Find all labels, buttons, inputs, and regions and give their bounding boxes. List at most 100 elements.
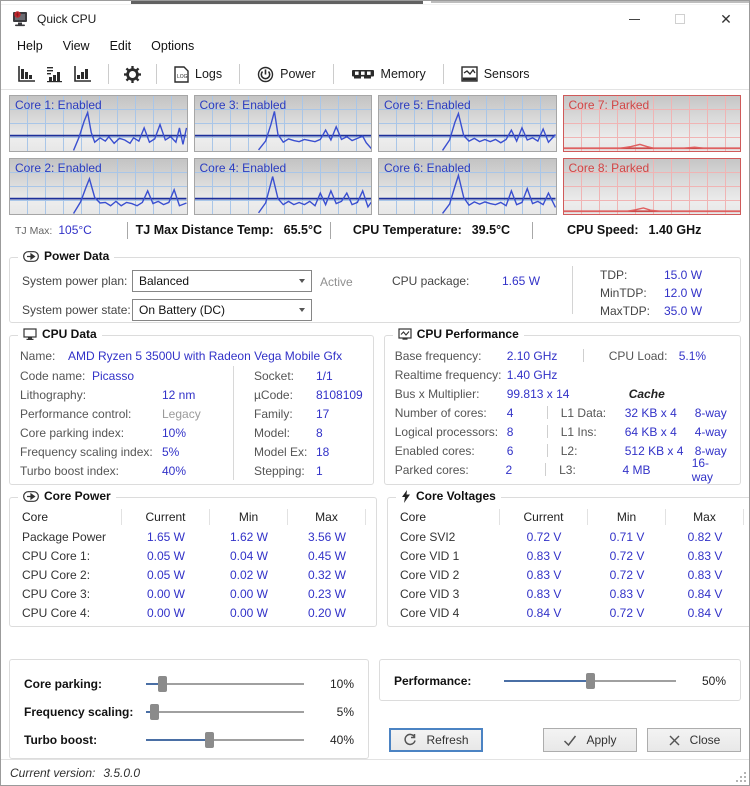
maxtdp-value: 35.0 W: [664, 304, 703, 318]
cpu-data-title: CPU Data: [42, 327, 97, 341]
core-parking-slider[interactable]: [146, 675, 304, 693]
menu-view[interactable]: View: [53, 35, 100, 57]
core-power-title: Core Power: [44, 489, 111, 503]
performance-slider-section: Performance: 50%: [379, 659, 741, 701]
cpu-speed: CPU Speed: 1.40 GHz: [533, 223, 735, 237]
action-buttons-row: Refresh Apply Close: [379, 728, 741, 752]
core-status-label: Core 5: Enabled: [384, 98, 471, 112]
power-data-legend: Power Data: [18, 249, 115, 263]
menu-edit[interactable]: Edit: [100, 35, 142, 57]
toolbar-separator: [156, 64, 157, 84]
slider-rail[interactable]: [146, 683, 304, 685]
close-button[interactable]: ✕: [703, 5, 749, 33]
performance-slider[interactable]: [504, 672, 676, 690]
apply-button[interactable]: Apply: [543, 728, 637, 752]
ucode-label: µCode:: [254, 387, 293, 402]
cache-title: Cache: [628, 386, 665, 401]
window-title: Quick CPU: [37, 12, 97, 26]
socket-label: Socket:: [254, 368, 295, 383]
tj-max-distance-value: 65.5°C: [283, 223, 323, 237]
realtime-frequency-value: 1.40 GHz: [506, 367, 558, 382]
frequency-scaling-index-label: Frequency scaling index:: [20, 444, 153, 459]
logical-processors-value: 8: [506, 424, 514, 439]
app-icon: [13, 11, 27, 27]
slider-thumb[interactable]: [149, 704, 159, 720]
model-ex-label: Model Ex:: [254, 444, 308, 459]
core-parking-index-value: 10%: [162, 425, 187, 440]
performance-label: Performance:: [394, 674, 472, 688]
table-row: Core VID 2 0.83 V 0.72 V 0.83 V: [400, 567, 723, 582]
slider-rail[interactable]: [146, 711, 304, 713]
frequency-scaling-index-value: 5%: [162, 444, 180, 459]
vertical-separator: [545, 463, 547, 476]
family-value: 17: [316, 406, 330, 421]
resize-grip[interactable]: [734, 770, 747, 783]
power-state-select[interactable]: On Battery (DC): [132, 299, 312, 321]
chart-list-icon: [47, 67, 62, 83]
sensors-label: Sensors: [483, 67, 530, 81]
sensors-button[interactable]: Sensors: [455, 64, 536, 84]
core-status-label: Core 4: Enabled: [199, 161, 287, 175]
chart-descending-button[interactable]: [13, 63, 41, 85]
temperature-status-row: TJ Max: 105°C TJ Max Distance Temp: 65.5…: [1, 215, 749, 245]
turbo-boost-index-value: 40%: [162, 463, 187, 478]
table-row: Package Power 1.65 W 1.62 W 3.56 W: [22, 529, 346, 544]
version-label: Current version:: [10, 765, 96, 780]
power-label: Power: [280, 67, 316, 81]
power-data-title: Power Data: [44, 249, 110, 263]
minimize-button[interactable]: [611, 5, 657, 33]
tj-max-label: TJ Max:: [15, 225, 53, 237]
title-bar: Quick CPU ✕: [1, 5, 749, 33]
power-plan-value: Balanced: [139, 274, 190, 288]
core-status-label: Core 1: Enabled: [15, 98, 102, 112]
refresh-icon: [404, 733, 417, 746]
frequency-scaling-slider[interactable]: [146, 703, 304, 721]
chart-ascending-button[interactable]: [69, 63, 97, 85]
memory-button[interactable]: Memory: [345, 65, 432, 83]
core-voltages-section: Core Voltages Core Current Min Max Core …: [387, 489, 749, 627]
l1-ins-way: 4-way: [694, 424, 727, 439]
slider-thumb[interactable]: [586, 673, 595, 689]
power-button[interactable]: Power: [251, 64, 321, 85]
close-icon: ✕: [720, 11, 732, 27]
cpu-load-value: 5.1%: [678, 348, 707, 363]
col-current: Current: [122, 508, 210, 525]
slider-thumb[interactable]: [205, 732, 215, 748]
settings-button[interactable]: [120, 64, 145, 85]
chart-list-button[interactable]: [41, 63, 69, 85]
table-row: Core VID 4 0.84 V 0.72 V 0.84 V: [400, 605, 723, 620]
model-ex-value: 18: [316, 444, 330, 459]
background-window-edge: [1, 1, 749, 5]
x-icon: [669, 735, 680, 745]
logs-button[interactable]: LOG Logs: [168, 64, 228, 85]
close-dialog-button[interactable]: Close: [647, 728, 741, 752]
core-4-panel: Core 4: Enabled: [193, 158, 372, 215]
turbo-boost-slider[interactable]: [146, 731, 304, 749]
enabled-cores-label: Enabled cores:: [394, 443, 475, 458]
refresh-button[interactable]: Refresh: [389, 728, 483, 752]
toolbar-separator: [442, 64, 444, 84]
core-status-label: Core 8: Parked: [568, 161, 650, 175]
menu-help[interactable]: Help: [7, 35, 53, 57]
turbo-boost-value: 40%: [329, 733, 354, 747]
power-plan-select[interactable]: Balanced: [132, 270, 312, 292]
core-power-legend: Core Power: [18, 489, 116, 503]
l3-label: L3:: [559, 462, 576, 477]
tj-max-value: 105°C: [58, 223, 92, 237]
cpu-data-left-column: Code name: Picasso Lithography: 12 nm Perf…: [20, 366, 234, 480]
l3-value: 4 MB: [622, 462, 651, 477]
turbo-boost-index-label: Turbo boost index:: [20, 463, 119, 478]
slider-thumb[interactable]: [157, 676, 167, 692]
lithography-value: 12 nm: [162, 387, 196, 402]
svg-text:LOG: LOG: [177, 74, 188, 80]
power-icon: [257, 66, 274, 82]
bus-multiplier-value: 99.813 x 14: [506, 386, 570, 401]
chevron-down-icon: [293, 308, 311, 312]
ucode-value: 8108109: [316, 387, 363, 402]
menu-options[interactable]: Options: [141, 35, 204, 57]
table-row: Core VID 1 0.83 V 0.72 V 0.83 V: [400, 548, 723, 563]
minimize-icon: [628, 18, 640, 20]
tuning-sliders-section: Core parking: 10% Frequency scaling: 5%: [9, 659, 369, 759]
mintdp-value: 12.0 W: [664, 286, 703, 300]
parked-cores-label: Parked cores:: [394, 462, 469, 477]
